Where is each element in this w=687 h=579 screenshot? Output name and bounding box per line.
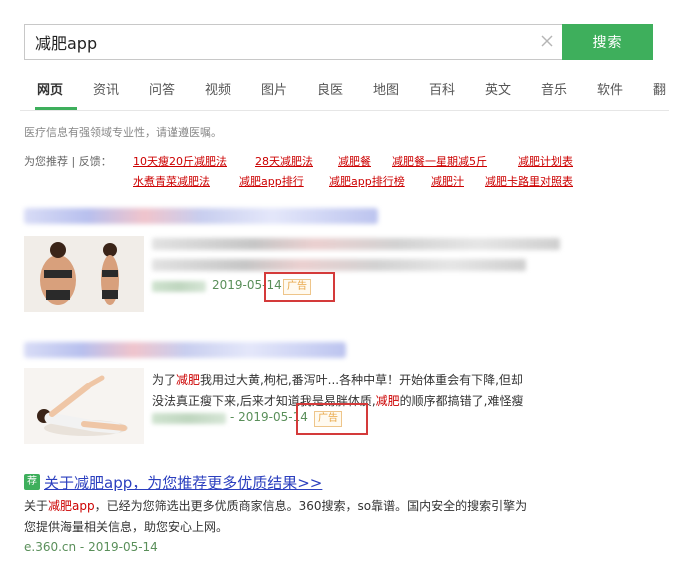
tab-news[interactable]: 资讯: [93, 76, 119, 106]
tab-video[interactable]: 视频: [205, 76, 231, 106]
result-title-blurred[interactable]: [24, 208, 378, 224]
recommend-link[interactable]: 10天瘦20斤减肥法: [133, 153, 227, 169]
result-title-link[interactable]: 关于减肥app，为您推荐更多优质结果>>: [44, 472, 322, 493]
result-snippet-blurred: [152, 238, 560, 250]
close-icon[interactable]: [537, 31, 557, 51]
recommend-link[interactable]: 减肥计划表: [518, 153, 573, 169]
recommend-link[interactable]: 减肥app排行榜: [329, 173, 405, 189]
tab-qa[interactable]: 问答: [149, 76, 175, 106]
tab-images[interactable]: 图片: [261, 76, 287, 106]
tab-music[interactable]: 音乐: [541, 76, 567, 106]
recommend-link[interactable]: 减肥餐: [338, 153, 371, 169]
tab-bar: 网页 资讯 问答 视频 图片 良医 地图 百科 英文 音乐 软件 翻: [20, 76, 687, 114]
recommend-link[interactable]: 减肥餐一星期减5斤: [392, 153, 487, 169]
result-url[interactable]: e.360.cn - 2019-05-14: [24, 540, 158, 554]
search-button[interactable]: 搜索: [562, 24, 653, 60]
search-input[interactable]: [25, 25, 525, 59]
result-snippet: 为了减肥我用过大黄,枸杞,番泻叶...各种中草！开始体重会有下降,但却: [152, 373, 523, 387]
recommend-link[interactable]: 28天减肥法: [255, 153, 313, 169]
tab-baike[interactable]: 百科: [429, 76, 455, 106]
recommend-link[interactable]: 减肥汁: [431, 173, 464, 189]
medical-notice: 医疗信息有强领域专业性，请谨遵医嘱。: [24, 126, 222, 139]
result-snippet: 关于减肥app，已经为您筛选出更多优质商家信息。360搜索，so靠谱。国内安全的…: [24, 499, 528, 513]
recommend-tag: 荐: [24, 474, 40, 490]
annotation-box: [264, 272, 335, 302]
recommend-link[interactable]: 减肥app排行: [239, 173, 304, 189]
result-thumbnail[interactable]: [24, 368, 144, 444]
tab-web[interactable]: 网页: [37, 76, 63, 106]
result-snippet: 您提供海量相关信息，助您安心上网。: [24, 520, 229, 534]
tab-map[interactable]: 地图: [373, 76, 399, 106]
result-snippet-blurred: [152, 259, 526, 271]
result-url-blurred: [152, 281, 206, 292]
tab-divider: [20, 110, 669, 111]
result-title-blurred[interactable]: [24, 342, 346, 358]
tab-translate[interactable]: 翻: [653, 76, 666, 106]
tab-english[interactable]: 英文: [485, 76, 511, 106]
result-url-blurred: [152, 413, 226, 424]
search-box: [24, 24, 562, 60]
result-thumbnail[interactable]: [24, 236, 144, 312]
tab-doctor[interactable]: 良医: [317, 76, 343, 106]
recommend-link[interactable]: 减肥卡路里对照表: [485, 173, 573, 189]
recommend-link[interactable]: 水煮青菜减肥法: [133, 173, 210, 189]
tab-software[interactable]: 软件: [597, 76, 623, 106]
recommend-label: 为您推荐 | 反馈：: [24, 155, 112, 168]
annotation-box: [296, 403, 368, 435]
